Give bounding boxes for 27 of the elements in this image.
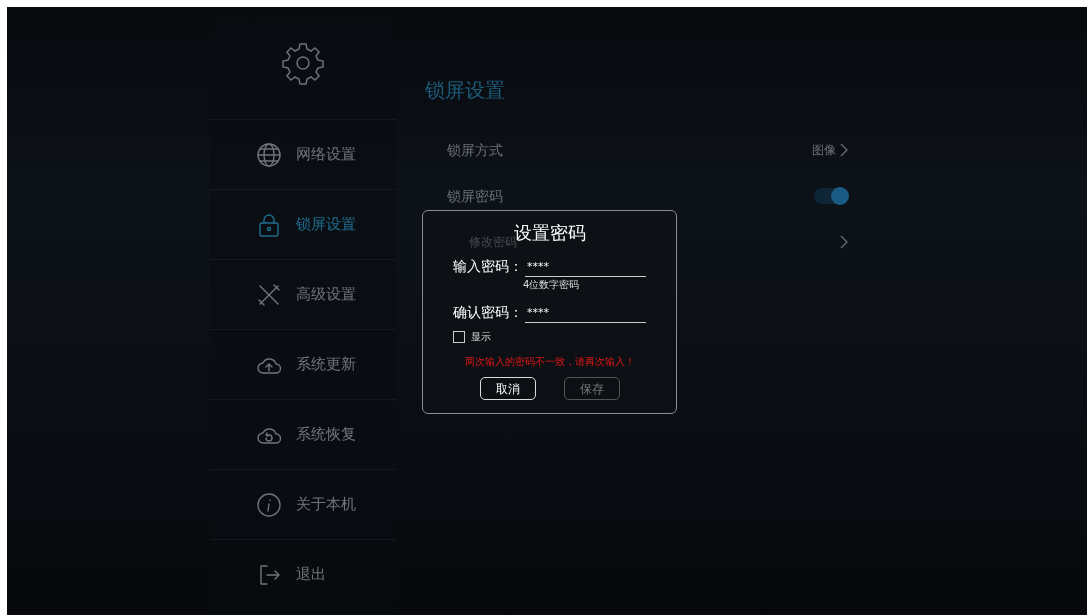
- setting-label: 锁屏方式: [447, 140, 503, 160]
- sidebar-item[interactable]: 系统更新: [210, 329, 396, 399]
- sidebar-item[interactable]: 锁屏设置: [210, 189, 396, 259]
- globe-icon: [256, 141, 282, 168]
- field-label: 确认密码：: [453, 303, 523, 322]
- field-label: 输入密码：: [453, 257, 523, 276]
- sidebar-item[interactable]: 网络设置: [210, 119, 396, 189]
- chevron-right-icon: [840, 235, 848, 249]
- toggle-switch[interactable]: [814, 188, 848, 204]
- settings-icon: [281, 41, 325, 85]
- dialog-button[interactable]: 取消: [479, 377, 536, 400]
- chevron-right-icon: [840, 143, 848, 157]
- password-field[interactable]: ****: [525, 303, 646, 323]
- lock-icon: [256, 211, 282, 238]
- setting-label: 锁屏密码: [447, 186, 503, 206]
- sidebar-item[interactable]: 系统恢复: [210, 399, 396, 469]
- checkbox-label: 显示: [471, 330, 491, 344]
- sidebar-item[interactable]: 退出: [210, 539, 396, 609]
- password-field[interactable]: ****: [525, 257, 646, 277]
- sidebar-item[interactable]: 高级设置: [210, 259, 396, 329]
- error-message: 两次输入的密码不一致，请再次输入！: [463, 355, 636, 369]
- sidebar-item[interactable]: 关于本机: [210, 469, 396, 539]
- page-title: 锁屏设置: [425, 77, 506, 104]
- hint-text: 4位数字密码: [523, 278, 581, 292]
- setting-value: 图像: [812, 142, 836, 159]
- show-checkbox[interactable]: [453, 330, 465, 343]
- info-icon: [256, 491, 282, 518]
